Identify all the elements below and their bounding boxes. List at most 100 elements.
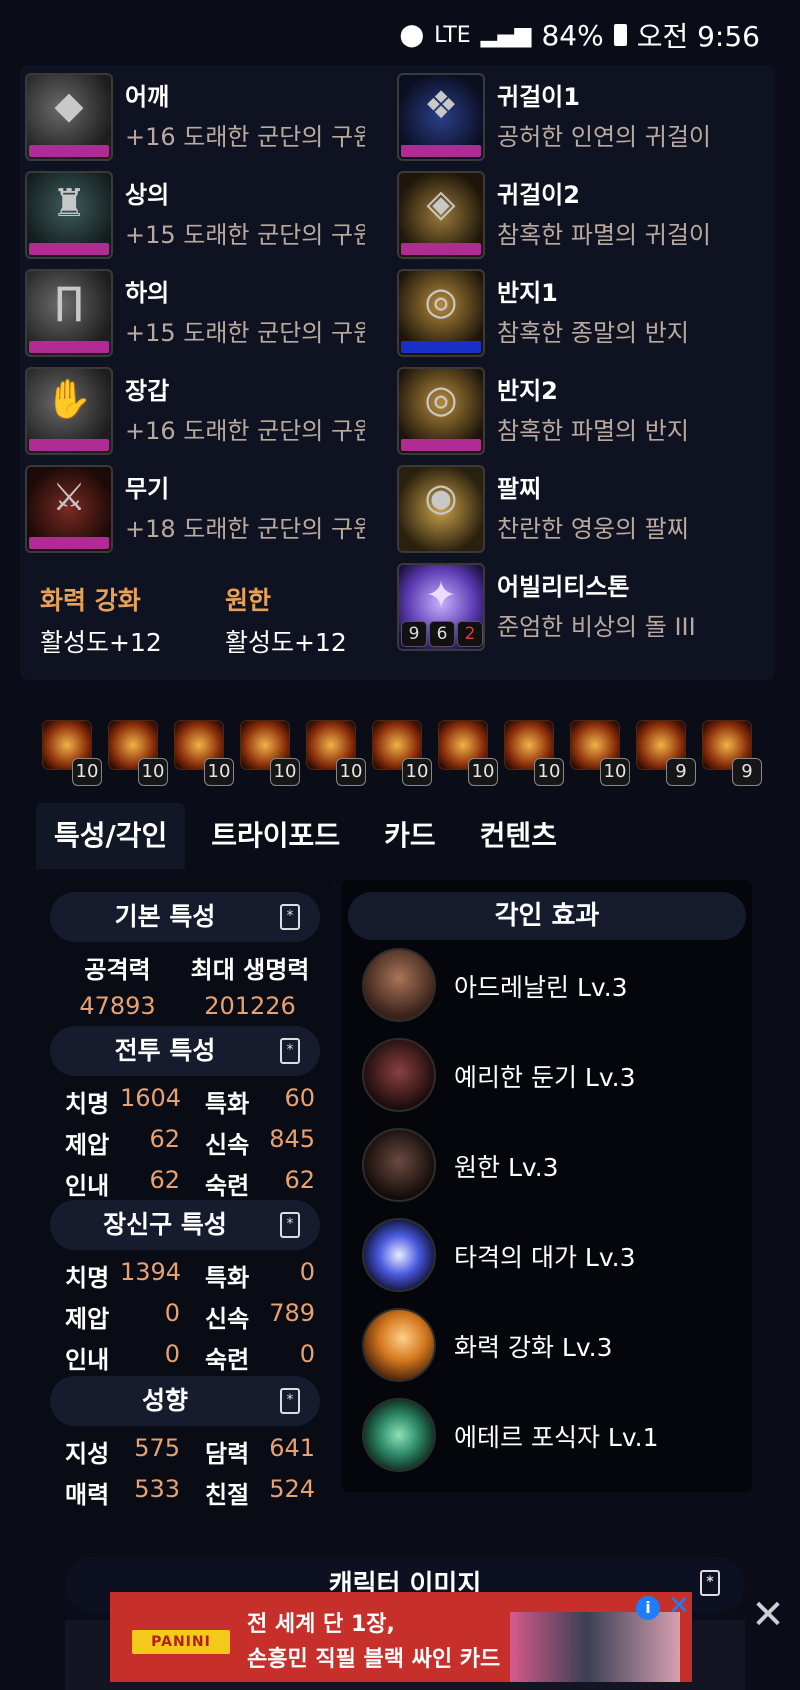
equip-slot-earring2[interactable]: ◈ 귀걸이2 참혹한 파멸의 귀걸이: [397, 171, 767, 263]
gem-item[interactable]: 10: [570, 720, 630, 786]
earring-icon: ◈: [397, 171, 485, 259]
gem-item[interactable]: 10: [306, 720, 366, 786]
equip-item-name: 공허한 인연의 귀걸이: [497, 123, 711, 151]
stat-value: 0: [299, 1258, 315, 1286]
document-icon[interactable]: *: [280, 1212, 300, 1238]
grudge-icon: [362, 1128, 436, 1202]
gem-level: 10: [402, 758, 432, 786]
stat-label: 특화: [205, 1264, 250, 1292]
gem-item[interactable]: 9: [636, 720, 696, 786]
gem-level: 10: [270, 758, 300, 786]
engraving-effect-name: 에테르 포식자 Lv.1: [454, 1423, 659, 1452]
stat-value: 789: [269, 1299, 315, 1327]
engraving-effect-item[interactable]: 타격의 대가 Lv.3: [362, 1218, 742, 1298]
document-icon[interactable]: *: [280, 1388, 300, 1414]
equip-item-name: 참혹한 파멸의 귀걸이: [497, 221, 711, 249]
gem-item[interactable]: 10: [438, 720, 498, 786]
gem-item[interactable]: 10: [42, 720, 102, 786]
stat-label: 숙련: [205, 1346, 250, 1374]
ad-headline: 전 세계 단 1장,: [247, 1612, 395, 1637]
ad-image: [510, 1612, 680, 1682]
engraving-effect-item[interactable]: 원한 Lv.3: [362, 1128, 742, 1208]
engraving-effect-item[interactable]: 에테르 포식자 Lv.1: [362, 1398, 742, 1478]
document-icon[interactable]: *: [280, 904, 300, 930]
equip-slot-earring1[interactable]: ❖ 귀걸이1 공허한 인연의 귀걸이: [397, 73, 767, 165]
close-icon[interactable]: ✕: [665, 1592, 693, 1620]
gem-item[interactable]: 9: [702, 720, 762, 786]
stat-row: 치명 1394 특화 0: [65, 1258, 330, 1298]
equip-slot-label: 귀걸이2: [497, 181, 580, 209]
equip-slot-shoulder[interactable]: ◆ 어깨 +16 도래한 군단의 구원 견: [25, 73, 365, 165]
max-hp-value: 201226: [204, 992, 296, 1020]
pants-armor-icon: ∏: [25, 269, 113, 357]
stat-label: 숙련: [205, 1172, 250, 1200]
gem-row: 10 10 10 10 10 10 10 10 10 9 9: [42, 720, 772, 786]
document-icon[interactable]: *: [700, 1570, 720, 1596]
section-title: 성향: [141, 1386, 188, 1415]
tab-tripods[interactable]: 트라이포드: [193, 803, 358, 869]
engraving-effect-name: 화력 강화 Lv.3: [454, 1333, 613, 1362]
equip-slot-label: 반지2: [497, 377, 558, 405]
equip-slot-label: 어깨: [125, 83, 170, 111]
equip-slot-ability-stone[interactable]: ✦ 9 6 2 어빌리티스톤 준엄한 비상의 돌 III: [397, 563, 767, 655]
ad-banner[interactable]: PANINI 전 세계 단 1장, 손흥민 직필 블랙 싸인 카드 i ✕: [110, 1592, 692, 1682]
stat-label: 인내: [65, 1346, 110, 1374]
gem-item[interactable]: 10: [240, 720, 300, 786]
stat-value: 533: [134, 1475, 180, 1503]
equip-slot-top[interactable]: ♜ 상의 +15 도래한 군단의 구원 상: [25, 171, 365, 263]
tab-traits-engravings[interactable]: 특성/각인: [36, 803, 186, 869]
equip-item-name: +15 도래한 군단의 구원 하: [125, 319, 365, 347]
accessory-stats-header: 장신구 특성 *: [50, 1200, 320, 1250]
gem-item[interactable]: 10: [372, 720, 432, 786]
engraving-summary-value: 활성도+12: [40, 628, 162, 657]
equip-item-name: +18 도래한 군단의 구원 린: [125, 515, 365, 543]
ad-subline: 손흥민 직필 블랙 싸인 카드: [247, 1647, 501, 1672]
clock: 오전 9:56: [636, 20, 760, 53]
equip-item-name: 준엄한 비상의 돌 III: [497, 613, 696, 641]
status-bar: ⬤ LTE ▂▄▆ 84% 오전 9:56: [0, 0, 800, 70]
equip-slot-ring2[interactable]: ◎ 반지2 참혹한 파멸의 반지: [397, 367, 767, 459]
equip-slot-bracelet[interactable]: ◉ 팔찌 찬란한 영웅의 팔찌: [397, 465, 767, 557]
stats-panel: 기본 특성 * 공격력 최대 생명력 47893 201226 전투 특성 * …: [40, 880, 330, 1525]
stat-row: 지성 575 담력 641: [65, 1434, 330, 1474]
equip-slot-label: 하의: [125, 279, 170, 307]
close-ad-button[interactable]: ✕: [745, 1592, 791, 1638]
gem-level: 10: [204, 758, 234, 786]
engraving-summary-name: 원한: [225, 586, 272, 615]
tab-bar: 특성/각인 트라이포드 카드 컨텐츠: [36, 803, 575, 869]
section-title: 전투 특성: [114, 1036, 216, 1065]
engraving-effect-item[interactable]: 화력 강화 Lv.3: [362, 1308, 742, 1388]
document-icon[interactable]: *: [280, 1038, 300, 1064]
equip-slot-weapon[interactable]: ⚔ 무기 +18 도래한 군단의 구원 린: [25, 465, 365, 557]
engraving-effect-item[interactable]: 예리한 둔기 Lv.3: [362, 1038, 742, 1118]
equip-slot-gloves[interactable]: ✋ 장갑 +16 도래한 군단의 구원 장: [25, 367, 365, 459]
firepower-icon: [362, 1308, 436, 1382]
engraving-effect-item[interactable]: 아드레날린 Lv.3: [362, 948, 742, 1028]
equip-slot-pants[interactable]: ∏ 하의 +15 도래한 군단의 구원 하: [25, 269, 365, 361]
gem-item[interactable]: 10: [504, 720, 564, 786]
shoulder-armor-icon: ◆: [25, 73, 113, 161]
equip-item-name: 찬란한 영웅의 팔찌: [497, 515, 689, 543]
stat-row: 제압 62 신속 845: [65, 1125, 330, 1165]
stat-row: 제압 0 신속 789: [65, 1299, 330, 1339]
gem-item[interactable]: 10: [174, 720, 234, 786]
stat-label: 담력: [205, 1440, 250, 1468]
stat-row: 치명 1604 특화 60: [65, 1084, 330, 1124]
stone-badges: 9 6 2: [401, 621, 483, 647]
info-icon[interactable]: i: [636, 1596, 660, 1620]
gem-item[interactable]: 10: [108, 720, 168, 786]
stat-label: 인내: [65, 1172, 110, 1200]
stat-label: 신속: [205, 1131, 250, 1159]
equip-slot-label: 팔찌: [497, 475, 542, 503]
battery-percent: 84%: [541, 18, 604, 52]
ad-brand-logo: PANINI: [132, 1630, 230, 1654]
tab-contents[interactable]: 컨텐츠: [462, 803, 575, 869]
battery-icon: [613, 24, 627, 46]
equip-slot-ring1[interactable]: ◎ 반지1 참혹한 종말의 반지: [397, 269, 767, 361]
equip-slot-label: 장갑: [125, 377, 170, 405]
master-brawler-icon: [362, 1218, 436, 1292]
stone-badge: 9: [401, 621, 427, 647]
tab-cards[interactable]: 카드: [366, 803, 454, 869]
stat-label: 지성: [65, 1440, 110, 1468]
equip-item-name: 참혹한 종말의 반지: [497, 319, 689, 347]
